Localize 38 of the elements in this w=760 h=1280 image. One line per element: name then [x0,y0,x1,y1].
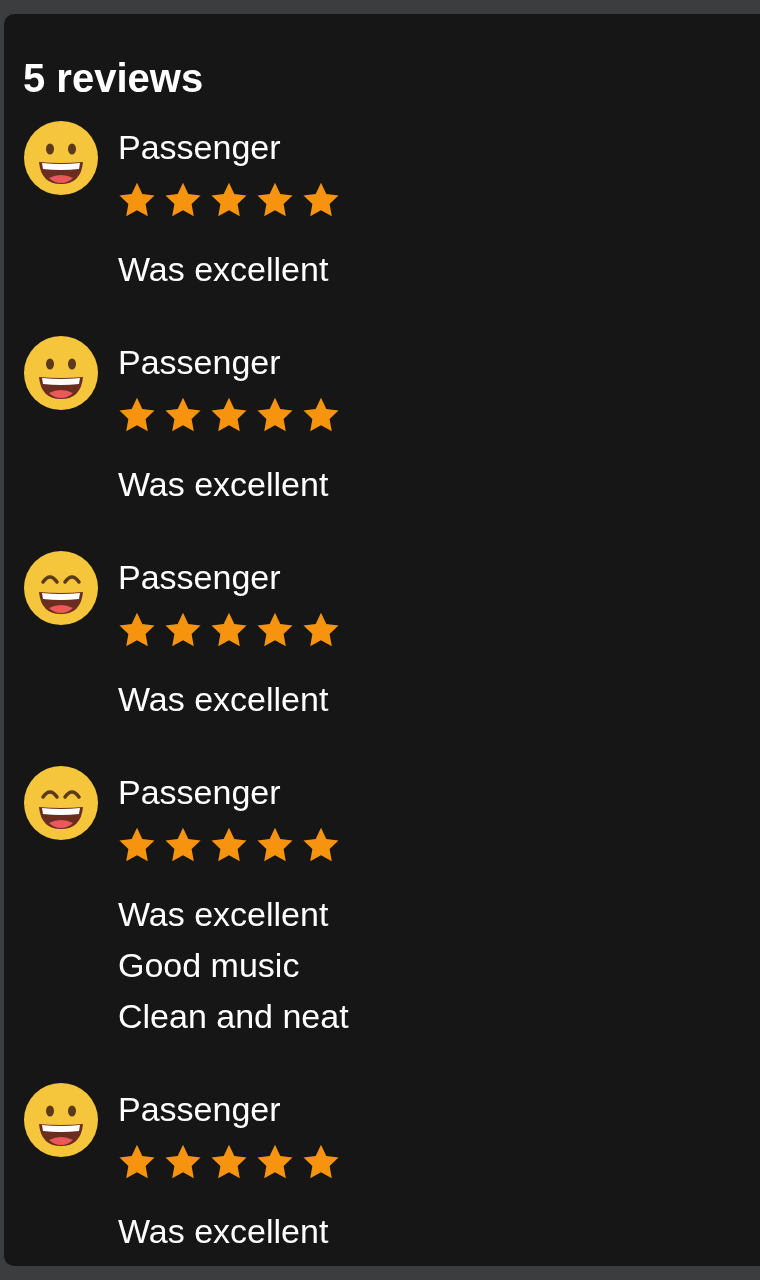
reviewer-name: Passenger [118,1089,282,1130]
star-icon [256,1144,294,1180]
review-comment: Was excellent [118,894,330,935]
star-icon [164,1144,202,1180]
star-icon [302,182,340,218]
star-icon [164,397,202,433]
star-icon [302,612,340,648]
star-icon [210,182,248,218]
star-icon [118,612,156,648]
star-icon [256,182,294,218]
reviewer-name: Passenger [118,772,282,813]
star-icon [118,397,156,433]
star-icon [302,827,340,863]
star-icon [256,612,294,648]
star-icon [302,397,340,433]
star-icon [118,827,156,863]
reviewer-name: Passenger [118,342,282,383]
star-icon [302,1144,340,1180]
star-icon [210,612,248,648]
review-comment: Was excellent [118,249,330,290]
review-comment: Was excellent [118,1211,330,1252]
star-icon [164,612,202,648]
review-comment: Was excellent [118,464,330,505]
review-comment: Good music [118,945,301,986]
star-icon [210,827,248,863]
reviewer-name: Passenger [118,127,282,168]
review-comment: Clean and neat [118,996,349,1037]
star-icon [256,827,294,863]
star-icon [210,397,248,433]
star-icon [118,1144,156,1180]
star-icon [164,182,202,218]
review-comment: Was excellent [118,679,330,720]
star-icon [210,1144,248,1180]
reviews-title: 5 reviews [23,55,205,102]
reviewer-name: Passenger [118,557,282,598]
star-icon [256,397,294,433]
star-icon [164,827,202,863]
star-icon [118,182,156,218]
